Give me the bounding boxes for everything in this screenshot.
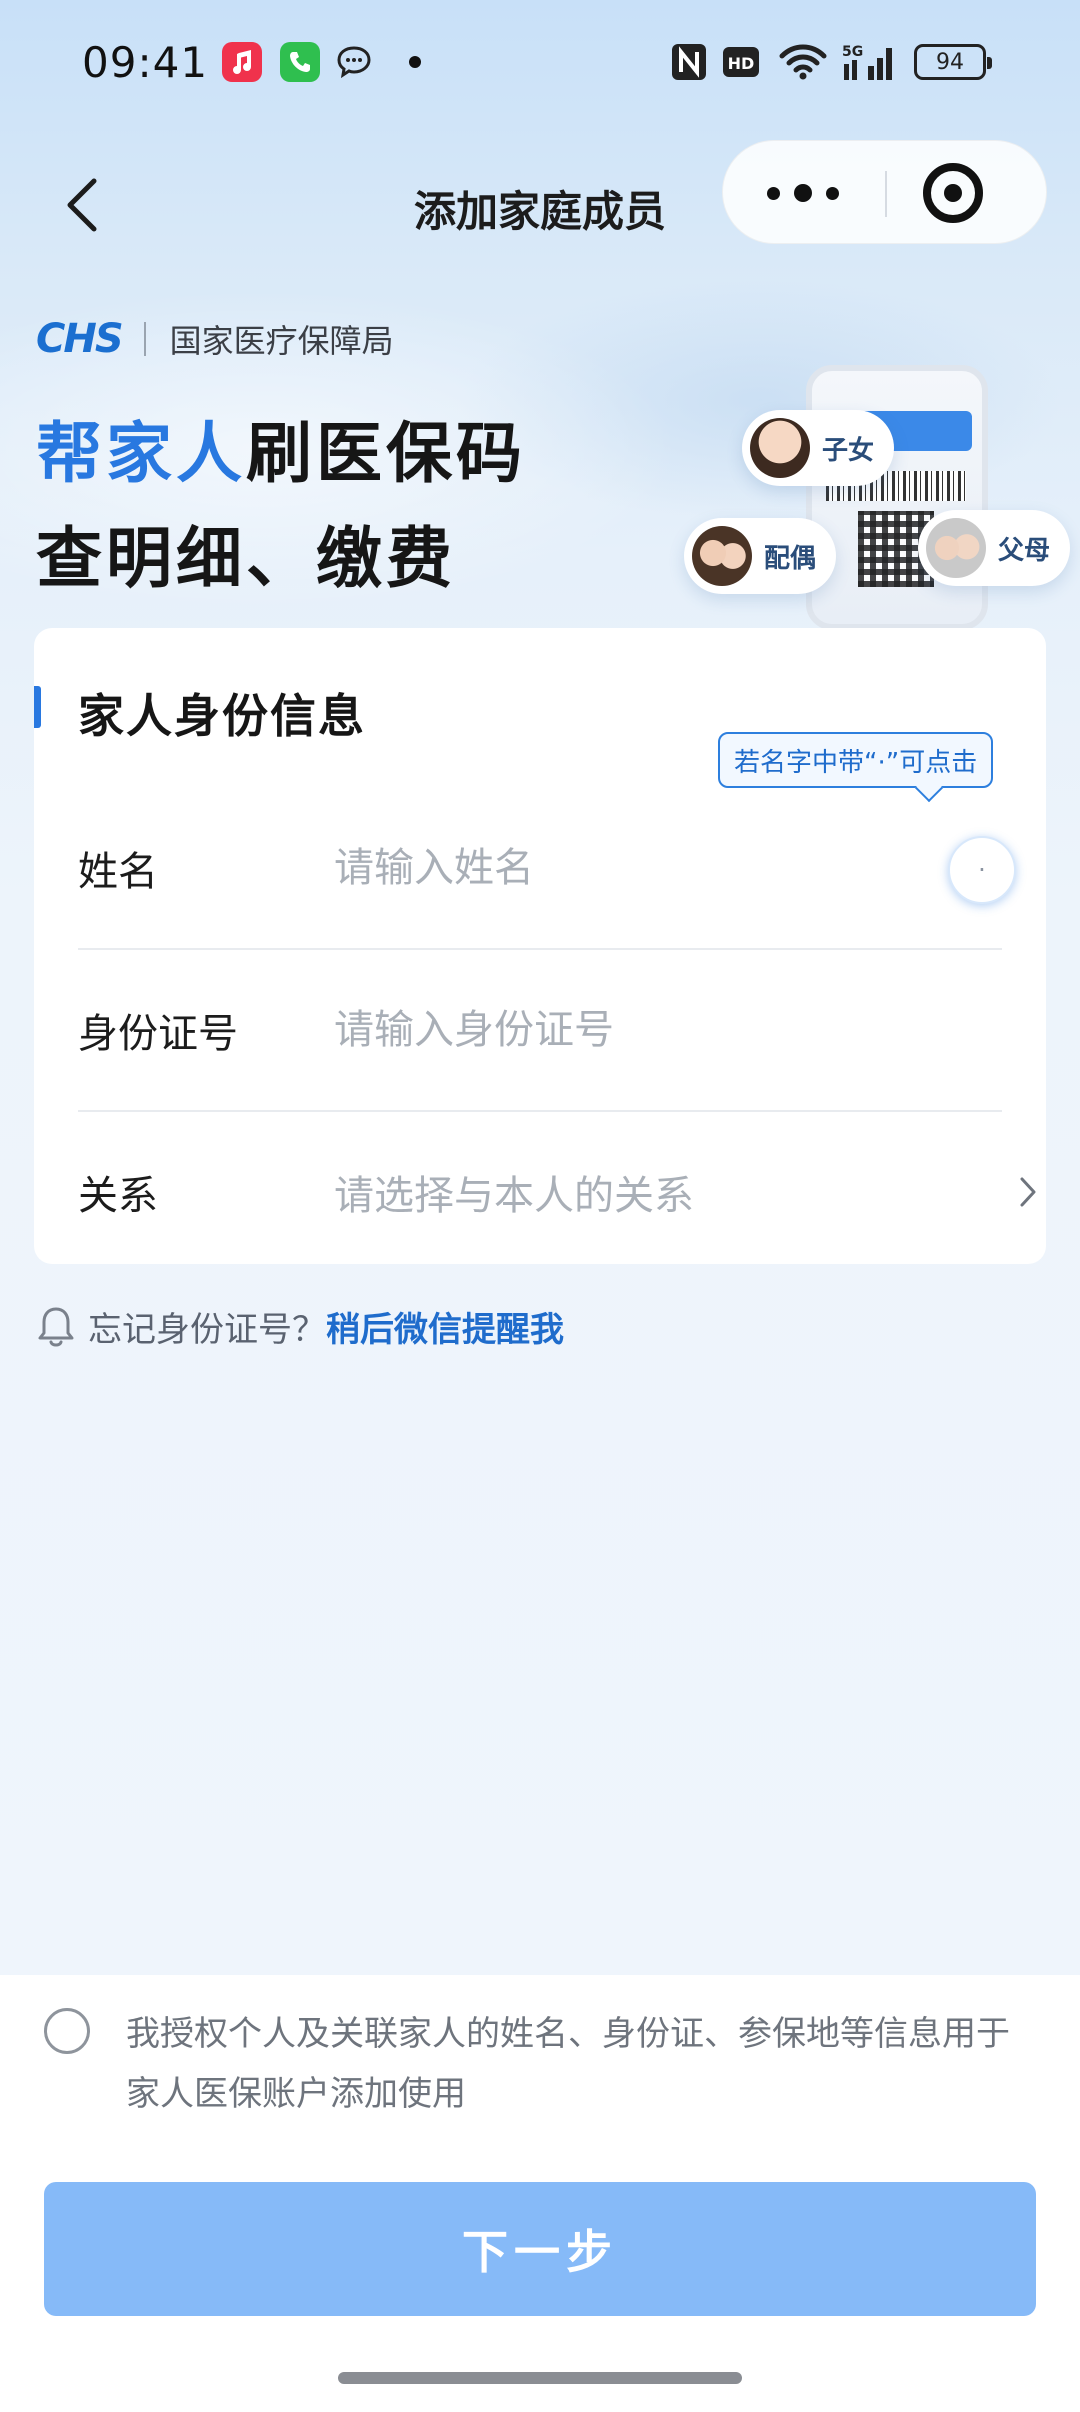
family-info-card: 家人身份信息 若名字中带“·”可点击 姓名 · 身份证号 关系 请选择与本人的关… xyxy=(34,628,1046,1264)
brand-name: 国家医疗保障局 xyxy=(169,322,394,360)
brand-row: CHS 国家医疗保障局 xyxy=(36,316,394,362)
id-number-row: 身份证号 xyxy=(78,950,1002,1112)
section-accent-bar xyxy=(34,686,41,728)
hero-headline-accent: 帮家人 xyxy=(36,415,246,492)
signal-5g-icon: 5G xyxy=(842,44,892,80)
chs-logo: CHS xyxy=(36,316,124,362)
id-number-input[interactable] xyxy=(334,990,894,1070)
consent-radio[interactable] xyxy=(44,2008,90,2054)
dot-hint-tooltip: 若名字中带“·”可点击 xyxy=(718,732,994,788)
hd-icon: HD xyxy=(723,47,759,77)
reminder-text: 忘记身份证号？ xyxy=(88,1310,326,1350)
music-app-icon xyxy=(222,42,262,82)
chevron-right-icon xyxy=(1008,1168,1048,1216)
bubble-child: 子女 xyxy=(742,410,895,486)
battery-icon: 94 xyxy=(914,44,992,80)
mini-program-capsule xyxy=(722,140,1047,244)
bubble-parents: 父母 xyxy=(918,510,1071,586)
capsule-divider xyxy=(885,171,887,217)
next-step-button[interactable]: 下一步 xyxy=(44,2182,1036,2316)
consent-text[interactable]: 我授权个人及关联家人的姓名、身份证、参保地等信息用于家人医保账户添加使用 xyxy=(126,2004,1036,2124)
hero-headline-line2: 查明细、缴费 xyxy=(36,520,456,597)
svg-text:HD: HD xyxy=(728,54,755,73)
relation-row[interactable]: 关系 请选择与本人的关系 xyxy=(78,1112,1036,1274)
hero-headline-rest: 刷医保码 xyxy=(246,415,526,492)
forgot-id-reminder: 忘记身份证号？ 稍后微信提醒我 xyxy=(36,1302,564,1351)
svg-text:5G: 5G xyxy=(842,44,863,60)
phone-illustration xyxy=(806,365,988,630)
relation-select[interactable]: 请选择与本人的关系 xyxy=(334,1112,694,1272)
spouse-avatar xyxy=(692,526,752,586)
middle-dot-button[interactable]: · xyxy=(948,836,1016,904)
home-indicator[interactable] xyxy=(338,2372,742,2384)
wifi-icon xyxy=(779,44,827,80)
bubble-spouse: 配偶 xyxy=(684,518,837,594)
brand-separator xyxy=(143,322,146,356)
section-title: 家人身份信息 xyxy=(78,689,366,743)
hero-headline-line1: 帮家人刷医保码 xyxy=(36,400,526,496)
phone-app-icon xyxy=(280,42,320,82)
bell-icon xyxy=(38,1307,74,1346)
bubble-parents-label: 父母 xyxy=(998,535,1051,566)
id-number-label: 身份证号 xyxy=(78,1011,238,1057)
name-label: 姓名 xyxy=(78,849,158,895)
status-bar: 09:41 HD 5G 94 xyxy=(0,0,1080,125)
bubble-child-label: 子女 xyxy=(822,435,875,466)
chat-app-icon xyxy=(336,42,376,82)
relation-label: 关系 xyxy=(78,1173,158,1219)
name-row: 姓名 · xyxy=(78,788,1016,950)
status-time: 09:41 xyxy=(82,38,209,87)
battery-level: 94 xyxy=(936,49,964,75)
target-close-icon[interactable] xyxy=(923,163,983,223)
more-dots-icon[interactable] xyxy=(723,141,883,245)
remind-later-link[interactable]: 稍后微信提醒我 xyxy=(326,1302,564,1351)
child-avatar xyxy=(750,418,810,478)
name-input[interactable] xyxy=(334,828,894,908)
parents-avatar xyxy=(926,518,986,578)
notification-dot xyxy=(409,56,421,68)
nfc-icon xyxy=(672,44,706,80)
bubble-spouse-label: 配偶 xyxy=(764,543,817,574)
